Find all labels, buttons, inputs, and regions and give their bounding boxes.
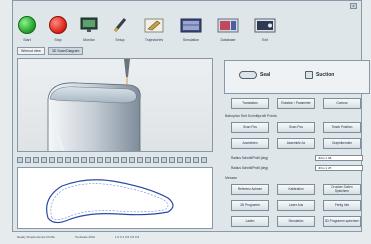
view-tool-icon[interactable] [33, 157, 39, 163]
view-tool-icon[interactable] [25, 157, 31, 163]
paint-icon [144, 18, 164, 33]
fertig-info-button[interactable]: Fertig Info [323, 200, 361, 211]
kalibration-button[interactable]: Kalibration [277, 184, 315, 195]
scan-pos-2-button[interactable]: Scan Pos [277, 122, 315, 133]
translation-button[interactable]: Translation [231, 98, 269, 109]
app-window: x Start Stop Monitor Setup Trajectories … [12, 0, 370, 239]
simulation-label: Simulation [182, 38, 200, 42]
monitor-icon [80, 17, 98, 32]
3d-programm-button[interactable]: 3D Programm [231, 200, 269, 211]
simulation-button[interactable]: Simulation [176, 16, 206, 46]
view-tool-icon[interactable] [121, 157, 127, 163]
setup-label: Setup [115, 38, 125, 42]
status-text-1: Ready Simple Device Profile [17, 235, 56, 239]
status-bar: Ready Simple Device Profile Toolscale 20… [17, 235, 359, 241]
title-bar: x [13, 1, 361, 13]
exit-button[interactable]: Exit [250, 16, 280, 46]
monitor-label: Monitor [83, 38, 95, 42]
profile-contour [46, 179, 174, 224]
red-circle-icon [49, 16, 67, 34]
pen-icon [113, 18, 127, 32]
stop-button[interactable]: Stop [46, 16, 70, 46]
status-text-3: 1.0 0.1 0.5 0.5 0.5 [115, 235, 140, 239]
radius-label-2: Radius Schnitt/Profil (deg) [231, 166, 269, 170]
mode-selector: Seal Suction [224, 60, 370, 94]
view-tool-icon[interactable] [185, 157, 191, 163]
laden-button[interactable]: Laden [231, 216, 269, 227]
view-tool-icon[interactable] [193, 157, 199, 163]
view-tabs: Wirecut view 3D Scan/Diagram [17, 47, 84, 55]
control-panel: Seal Suction Translation Rotation / Para… [219, 58, 371, 232]
3d-part-render [47, 59, 141, 151]
radius-field-1[interactable]: JPos:1 98 [315, 155, 363, 161]
window-controls: x [350, 3, 357, 9]
view-tool-icon[interactable] [65, 157, 71, 163]
assemble-button[interactable]: Assemble Ax [277, 138, 315, 149]
database-label: Database [220, 38, 236, 42]
view-tool-icon[interactable] [41, 157, 47, 163]
stop-label: Stop [54, 38, 62, 42]
view-tool-icon[interactable] [169, 157, 175, 163]
view-tool-icon[interactable] [97, 157, 103, 163]
section-bahnplan-title: Bahnplan Seit Schnittprofil Points [225, 114, 277, 118]
drucken-button[interactable]: Drucken Daten Speichern [323, 184, 361, 195]
mode-suction-label: Suction [316, 72, 335, 78]
main-toolbar: Start Stop Monitor Setup Trajectories Si… [15, 16, 315, 46]
teach-position-button[interactable]: Teach Position [323, 122, 361, 133]
radius-field-2[interactable]: JPos:1 25 [315, 165, 363, 171]
3d-programm-speichern-button[interactable]: 3D Programm speichern [323, 216, 361, 227]
view-tool-icon[interactable] [113, 157, 119, 163]
section-messen-title: Messen [225, 176, 238, 180]
view-tool-icon[interactable] [129, 157, 135, 163]
view-tool-icon[interactable] [153, 157, 159, 163]
close-icon: x [352, 3, 355, 8]
simulation-icon [180, 18, 202, 33]
suction-icon [305, 71, 313, 79]
referenz-achsen-button[interactable]: Referenz Achsen [231, 184, 269, 195]
view-tool-icon[interactable] [105, 157, 111, 163]
scan-pos-button[interactable]: Scan Pos [231, 122, 269, 133]
database-icon [217, 18, 239, 33]
view-tool-icon[interactable] [161, 157, 167, 163]
view-tool-icon[interactable] [17, 157, 23, 163]
start-label: Start [23, 38, 31, 42]
mode-seal[interactable]: Seal [239, 71, 270, 79]
graphikenden-button[interactable]: Graphikenden [323, 138, 361, 149]
exit-icon [254, 18, 276, 33]
close-button[interactable]: x [350, 3, 357, 9]
3d-viewport[interactable] [17, 58, 213, 152]
tab-wirecut-view[interactable]: Wirecut view [17, 47, 45, 55]
view-toolbar [17, 155, 213, 165]
start-button[interactable]: Start [15, 16, 39, 46]
seal-icon [239, 71, 257, 79]
monitor-button[interactable]: Monitor [77, 16, 101, 46]
view-tool-icon[interactable] [145, 157, 151, 163]
mode-suction[interactable]: Suction [305, 71, 334, 79]
view-tool-icon[interactable] [137, 157, 143, 163]
setup-button[interactable]: Setup [108, 16, 132, 46]
simulation-run-button[interactable]: Simulation [277, 216, 315, 227]
view-tool-icon[interactable] [89, 157, 95, 163]
view-tool-icon[interactable] [73, 157, 79, 163]
rotation-parameter-button[interactable]: Rotation / Parameter [277, 98, 315, 109]
mode-seal-label: Seal [260, 72, 271, 78]
laser-aus-button[interactable]: Laser Aus [277, 200, 315, 211]
ausrichten-button[interactable]: Ausrichten [231, 138, 269, 149]
tab-3d-scan[interactable]: 3D Scan/Diagram [47, 47, 84, 55]
view-tool-icon[interactable] [57, 157, 63, 163]
view-tool-icon[interactable] [49, 157, 55, 163]
radius-label-1: Radius Schnitt/Profil (deg) [231, 156, 269, 160]
contour-button[interactable]: Contour [323, 98, 361, 109]
view-tool-icon[interactable] [177, 157, 183, 163]
profile-view[interactable] [17, 167, 213, 229]
trajectories-label: Trajectories [144, 38, 164, 42]
exit-label: Exit [262, 38, 268, 42]
status-text-2: Toolscale 2001 [75, 235, 96, 239]
view-tool-icon[interactable] [81, 157, 87, 163]
trajectories-button[interactable]: Trajectories [139, 16, 169, 46]
green-circle-icon [18, 16, 36, 34]
database-button[interactable]: Database [213, 16, 243, 46]
view-tool-icon[interactable] [201, 157, 207, 163]
